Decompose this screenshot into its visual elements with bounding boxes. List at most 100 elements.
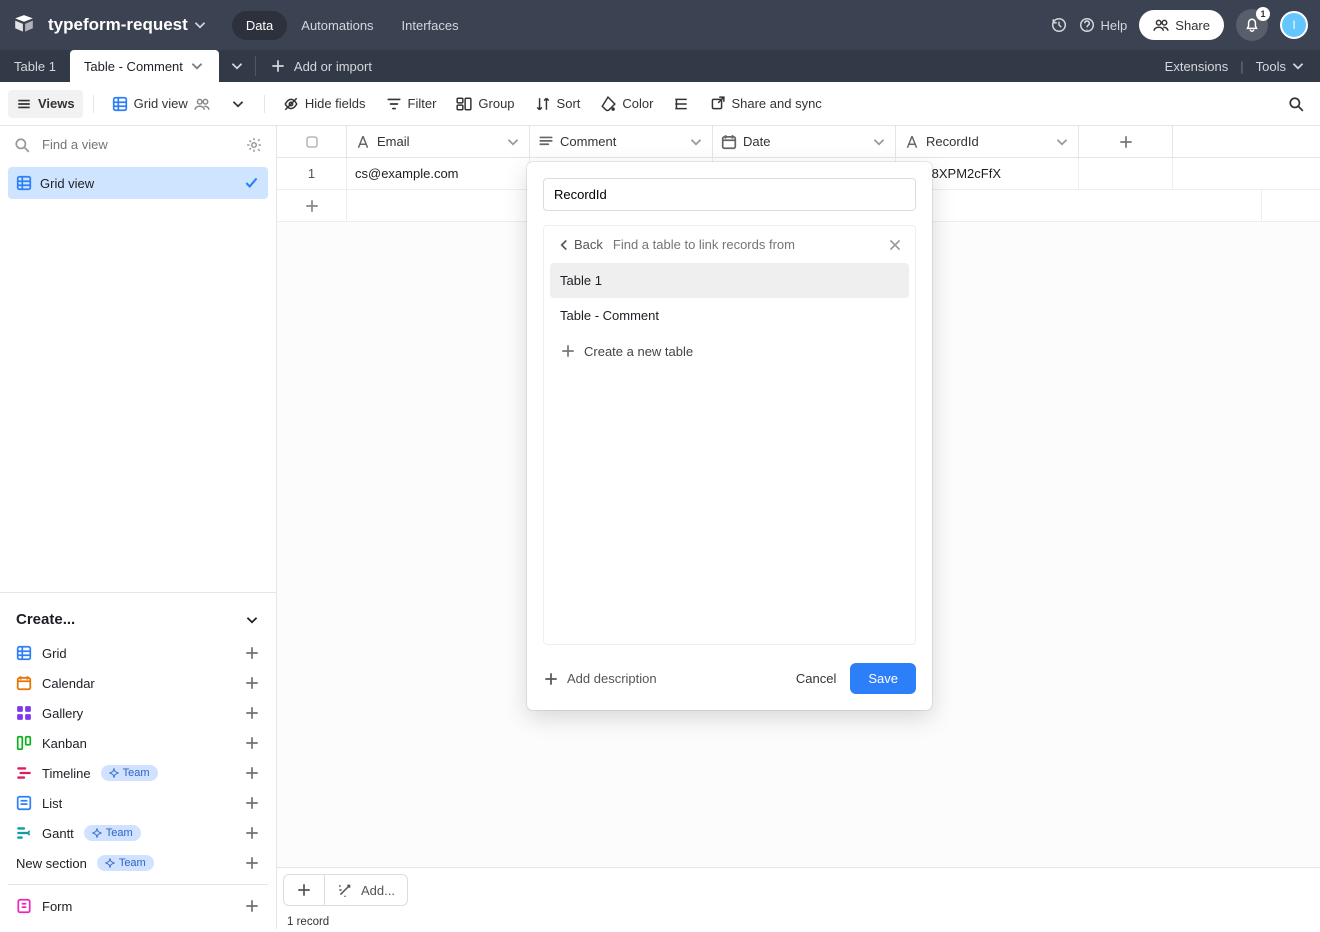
color-button[interactable]: Color — [592, 90, 661, 118]
menu-icon — [16, 96, 32, 112]
tables-bar: Table 1 Table - Comment Add or import Ex… — [0, 50, 1320, 82]
color-icon — [600, 96, 616, 112]
row-height-button[interactable] — [665, 90, 697, 118]
calendar-icon — [16, 675, 32, 691]
create-item-label: Grid — [42, 646, 67, 661]
people-icon — [194, 96, 210, 112]
table-option-0[interactable]: Table 1 — [550, 263, 909, 298]
chevron-down-icon — [230, 96, 246, 112]
table-search-input[interactable] — [611, 236, 879, 253]
add-column-button[interactable] — [1079, 126, 1173, 157]
plus-icon — [304, 198, 320, 214]
create-item-label: Calendar — [42, 676, 95, 691]
tab-data[interactable]: Data — [232, 11, 287, 40]
table-tab-menu[interactable] — [219, 50, 255, 82]
text-icon — [355, 134, 371, 150]
table-tab-1[interactable]: Table - Comment — [70, 50, 219, 82]
history-button[interactable] — [1051, 17, 1067, 33]
view-item-grid-view[interactable]: Grid view — [8, 167, 268, 199]
plus-icon — [244, 765, 260, 781]
column-header-comment[interactable]: Comment — [530, 126, 713, 157]
save-button[interactable]: Save — [850, 663, 916, 694]
create-item-label: Gallery — [42, 706, 83, 721]
app-logo[interactable] — [12, 13, 36, 37]
create-gantt[interactable]: Gantt Team — [8, 818, 268, 848]
view-menu-button[interactable] — [222, 90, 254, 118]
column-header-recordid[interactable]: RecordId — [896, 126, 1079, 157]
hide-icon — [283, 96, 299, 112]
create-item-label: List — [42, 796, 62, 811]
share-button[interactable]: Share — [1139, 10, 1224, 40]
share-sync-button[interactable]: Share and sync — [701, 90, 829, 118]
group-button[interactable]: Group — [448, 90, 522, 118]
close-icon[interactable] — [887, 237, 903, 253]
sort-button[interactable]: Sort — [527, 90, 589, 118]
create-gallery[interactable]: Gallery — [8, 698, 268, 728]
team-badge: Team — [101, 765, 158, 781]
search-records-button[interactable] — [1280, 90, 1312, 118]
help-button[interactable]: Help — [1079, 17, 1128, 33]
link-table-panel: Back Table 1 Table - Comment Create a ne… — [543, 225, 916, 645]
base-name[interactable]: typeform-request — [48, 15, 188, 35]
footer-add-record-button[interactable] — [283, 874, 325, 906]
tab-automations[interactable]: Automations — [287, 11, 387, 40]
field-config-popover: Back Table 1 Table - Comment Create a ne… — [527, 162, 932, 710]
chevron-down-icon[interactable] — [871, 134, 887, 150]
share-icon — [709, 96, 725, 112]
record-count: 1 record — [277, 912, 1320, 932]
chevron-down-icon[interactable] — [688, 134, 704, 150]
views-button[interactable]: Views — [8, 90, 83, 118]
longtext-icon — [538, 134, 554, 150]
create-grid[interactable]: Grid — [8, 638, 268, 668]
field-name-input[interactable] — [543, 178, 916, 211]
extensions-button[interactable]: Extensions — [1165, 59, 1229, 74]
create-list[interactable]: List — [8, 788, 268, 818]
search-icon — [14, 137, 30, 153]
create-timeline[interactable]: Timeline Team — [8, 758, 268, 788]
row-number[interactable]: 1 — [277, 158, 347, 189]
notifications-button[interactable]: 1 — [1236, 9, 1268, 41]
find-view-input[interactable] — [40, 136, 236, 153]
create-kanban[interactable]: Kanban — [8, 728, 268, 758]
column-header-email[interactable]: Email — [347, 126, 530, 157]
user-avatar[interactable]: I — [1280, 11, 1308, 39]
footer-add-menu-button[interactable]: Add... — [325, 874, 408, 906]
current-view-button[interactable]: Grid view — [104, 90, 218, 118]
hide-fields-button[interactable]: Hide fields — [275, 90, 374, 118]
create-new-section[interactable]: New section Team — [8, 848, 268, 878]
chevron-down-icon — [229, 58, 245, 74]
create-calendar[interactable]: Calendar — [8, 668, 268, 698]
create-form[interactable]: Form — [8, 891, 268, 921]
grid-icon — [16, 175, 32, 191]
gallery-icon — [16, 705, 32, 721]
group-icon — [456, 96, 472, 112]
list-icon — [16, 795, 32, 811]
back-button[interactable]: Back — [556, 237, 603, 253]
table-option-1[interactable]: Table - Comment — [550, 298, 909, 333]
chevron-down-icon[interactable] — [1054, 134, 1070, 150]
help-label: Help — [1101, 18, 1128, 33]
chevron-left-icon — [556, 237, 572, 253]
cancel-button[interactable]: Cancel — [782, 663, 850, 694]
chevron-down-icon[interactable] — [505, 134, 521, 150]
create-item-label: Kanban — [42, 736, 87, 751]
column-header-date[interactable]: Date — [713, 126, 896, 157]
create-new-table-option[interactable]: Create a new table — [550, 333, 909, 369]
chevron-down-icon — [189, 58, 205, 74]
create-section-header[interactable]: Create... — [8, 601, 268, 638]
text-icon — [904, 134, 920, 150]
tools-button[interactable]: Tools — [1256, 58, 1306, 74]
find-view-search[interactable] — [0, 126, 276, 163]
tab-interfaces[interactable]: Interfaces — [388, 11, 473, 40]
top-nav-tabs: Data Automations Interfaces — [232, 11, 473, 40]
select-all-checkbox[interactable] — [277, 126, 347, 157]
add-description-button[interactable]: Add description — [543, 671, 657, 687]
timeline-icon — [16, 765, 32, 781]
filter-button[interactable]: Filter — [378, 90, 445, 118]
add-or-import-button[interactable]: Add or import — [256, 50, 386, 82]
table-tab-0[interactable]: Table 1 — [0, 50, 70, 82]
grid-icon — [112, 96, 128, 112]
settings-icon[interactable] — [246, 137, 262, 153]
chevron-down-icon[interactable] — [192, 17, 208, 33]
cell-email[interactable]: cs@example.com — [347, 158, 530, 189]
